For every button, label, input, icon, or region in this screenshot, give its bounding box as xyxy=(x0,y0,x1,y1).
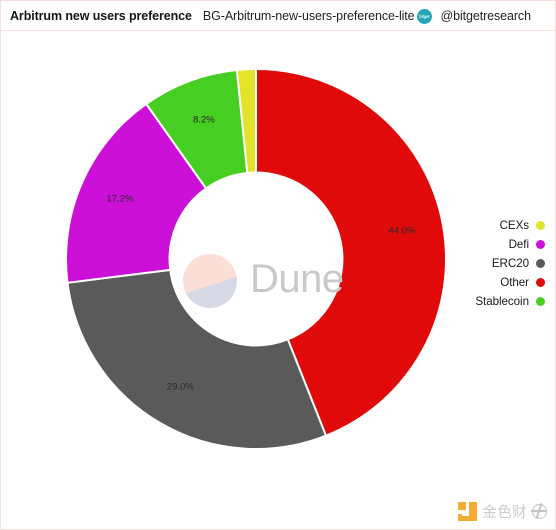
chart-page: Arbitrum new users preference BG-Arbitru… xyxy=(0,0,556,530)
slice-value-label: 8.2% xyxy=(193,114,215,125)
legend-color-swatch xyxy=(536,296,545,306)
legend-label: Defi xyxy=(508,237,529,251)
chart-area: 44.0% 29.0% 17.2% 8.2% Dune CEXs Defi ERC20 Ot… xyxy=(1,32,555,529)
legend-item[interactable]: Other xyxy=(441,275,545,289)
slice-value-label: 29.0% xyxy=(167,381,195,392)
query-name[interactable]: BG-Arbitrum-new-users-preference-lite xyxy=(203,9,415,23)
chart-header: Arbitrum new users preference BG-Arbitru… xyxy=(1,1,555,31)
legend-color-swatch xyxy=(536,220,545,230)
legend-color-swatch xyxy=(536,277,545,287)
legend-item[interactable]: CEXs xyxy=(441,218,545,232)
donut-chart: 44.0% 29.0% 17.2% 8.2% xyxy=(66,69,446,449)
donut-slice-group xyxy=(66,69,446,449)
badge-label: bitget xyxy=(418,14,430,19)
globe-icon xyxy=(531,504,548,519)
jinse-wordmark: 金色财 xyxy=(482,505,527,521)
legend-color-swatch xyxy=(536,258,545,268)
legend-item[interactable]: Stablecoin xyxy=(441,294,545,308)
legend-item[interactable]: Defi xyxy=(441,237,545,251)
legend-label: Stablecoin xyxy=(475,294,529,308)
legend-label: CEXs xyxy=(499,218,529,232)
page-title: Arbitrum new users preference xyxy=(10,8,192,23)
bitget-badge-icon: bitget xyxy=(416,9,432,24)
legend-label: ERC20 xyxy=(491,256,529,270)
jinse-logo-icon xyxy=(458,502,478,521)
author-handle[interactable]: @bitgetresearch xyxy=(441,9,532,23)
legend-color-swatch xyxy=(536,239,545,249)
donut-slice[interactable] xyxy=(66,268,328,449)
slice-value-label: 17.2% xyxy=(106,194,134,205)
chart-legend: CEXs Defi ERC20 Other Stablecoin xyxy=(441,218,545,308)
donut-chart-svg: 44.0% 29.0% 17.2% 8.2% xyxy=(66,69,446,449)
jinse-watermark: 金色财 xyxy=(458,501,548,522)
legend-label: Other xyxy=(500,275,529,289)
slice-value-label: 44.0% xyxy=(388,226,416,237)
legend-item[interactable]: ERC20 xyxy=(441,256,545,270)
